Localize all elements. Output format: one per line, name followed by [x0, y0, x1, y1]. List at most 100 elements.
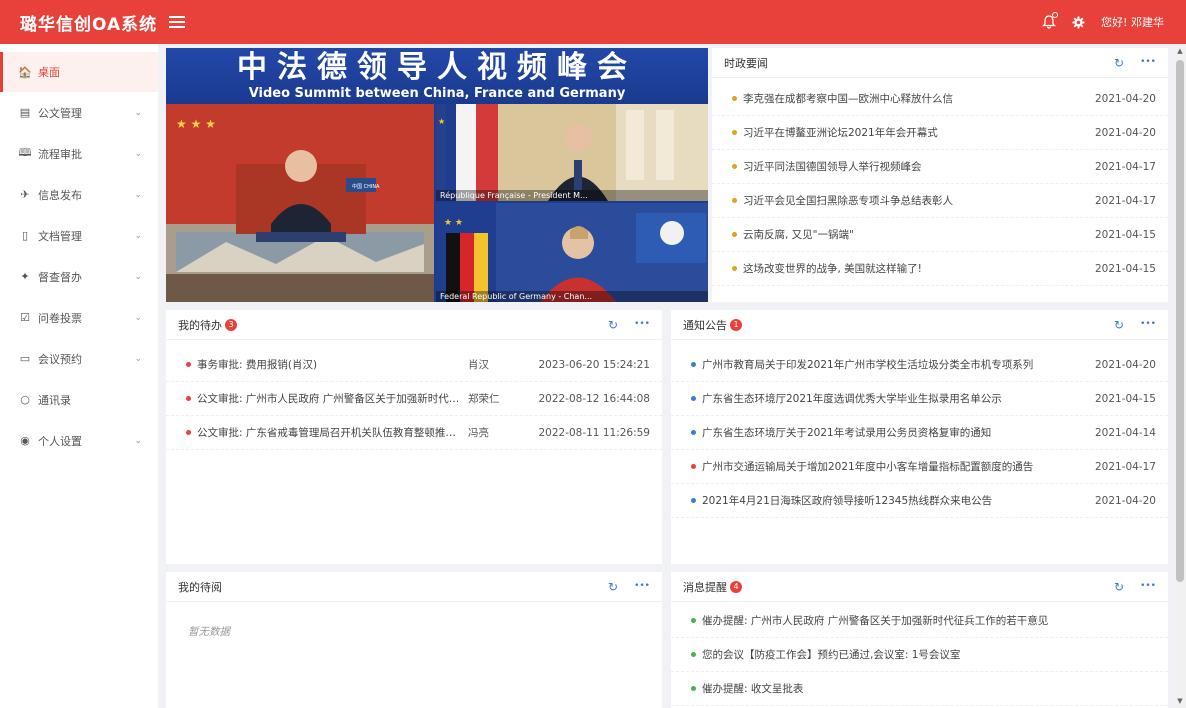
germany-caption: Federal Republic of Germany - Chan...: [436, 291, 708, 302]
list-item-date: 2021-04-14: [1094, 426, 1156, 439]
list-item[interactable]: 习近平同法国德国领导人举行视频峰会 2021-04-17: [712, 150, 1168, 184]
sidebar-item[interactable]: ✦ 督查督办 ⌄: [0, 256, 158, 297]
book-icon: 🕮: [18, 146, 32, 159]
bullet-dot: [691, 498, 696, 503]
news-banner[interactable]: 中法德领导人视频峰会 Video Summit between China, F…: [166, 48, 708, 302]
chevron-down-icon: ⌄: [134, 230, 142, 241]
china-scene-image: ★ ★ ★ 中国 CHINA: [166, 104, 434, 302]
refresh-icon[interactable]: ↻: [608, 581, 618, 593]
sidebar: 🏠 桌面 ▤ 公文管理 ⌄ 🕮 流程审批 ⌄ ✈ 信息发布 ⌄ ▯ 文档管理 ⌄ ✦ 督查督办 ⌄ ☑ 问卷投票 ⌄ ▭…: [0, 44, 158, 708]
more-icon[interactable]: •••: [1140, 582, 1156, 591]
refresh-icon[interactable]: ↻: [608, 319, 618, 331]
bullet-dot: [691, 464, 696, 469]
list-item[interactable]: 李克强在成都考察中国—欧洲中心释放什么信 2021-04-20: [712, 82, 1168, 116]
list-item-date: 2021-04-15: [1094, 392, 1156, 405]
more-icon[interactable]: •••: [1140, 320, 1156, 329]
list-item-title: 广东省生态环境厅关于2021年考试录用公务员资格复审的通知: [702, 427, 992, 439]
refresh-icon[interactable]: ↻: [1114, 57, 1124, 69]
list-item-title: 广东省生态环境厅2021年度选调优秀大学毕业生拟录用名单公示: [702, 393, 1002, 405]
sidebar-item-label: 通讯录: [38, 393, 71, 407]
list-item-title: 您的会议【防疫工作会】预约已通过,会议室: 1号会议室: [702, 649, 961, 661]
bullet-dot: [691, 686, 696, 691]
sidebar-item-label: 个人设置: [38, 434, 82, 448]
bullet-dot: [691, 652, 696, 657]
todo-sender: 肖汉: [468, 359, 489, 371]
svg-text:★ ★ ★: ★ ★ ★: [176, 117, 216, 131]
menu-toggle-icon[interactable]: [169, 16, 186, 28]
list-item[interactable]: 您的会议【防疫工作会】预约已通过,会议室: 1号会议室: [671, 638, 1168, 672]
list-item-date: 2021-04-17: [1094, 460, 1156, 473]
bullet-dot: [732, 96, 737, 101]
sidebar-item[interactable]: ○ 通讯录: [0, 379, 158, 420]
sidebar-item[interactable]: 🕮 流程审批 ⌄: [0, 133, 158, 174]
list-item-date: 2021-04-20: [1094, 126, 1156, 139]
gear-icon[interactable]: [1072, 15, 1085, 29]
bullet-dot: [691, 430, 696, 435]
sidebar-item[interactable]: ◉ 个人设置 ⌄: [0, 420, 158, 461]
page-scrollbar[interactable]: ▲ ▼: [1174, 44, 1186, 708]
list-item[interactable]: 2021年4月21日海珠区政府领导接听12345热线群众来电公告 2021-04-…: [671, 484, 1168, 518]
table-row[interactable]: 公文审批: 广州市人民政府 广州警备区关于加强新时代征... 郑荣仁 2022-08…: [166, 382, 662, 416]
more-icon[interactable]: •••: [634, 582, 650, 591]
list-item-date: 2021-04-20: [1094, 358, 1156, 371]
banner-tile-china: ★ ★ ★ 中国 CHINA: [166, 104, 434, 302]
list-item[interactable]: 习近平在博鳌亚洲论坛2021年年会开幕式 2021-04-20: [712, 116, 1168, 150]
banner-title-cn: 中法德领导人视频峰会: [237, 50, 637, 85]
chevron-down-icon: ⌄: [134, 148, 142, 159]
list-item[interactable]: 广东省生态环境厅2021年度选调优秀大学毕业生拟录用名单公示 2021-04-15: [671, 382, 1168, 416]
send-icon: ✈: [20, 188, 30, 201]
chevron-down-icon: ⌄: [134, 353, 142, 364]
more-icon[interactable]: •••: [1140, 58, 1156, 67]
more-icon[interactable]: •••: [634, 320, 650, 329]
bullet-dot: [186, 396, 191, 401]
list-item-date: 2021-04-20: [1094, 92, 1156, 105]
bullet-dot: [732, 198, 737, 203]
germany-scene-image: ★ ★: [436, 203, 708, 302]
list-item[interactable]: 云南反腐, 又见"一锅端" 2021-04-15: [712, 218, 1168, 252]
scroll-up-arrow[interactable]: ▲: [1176, 47, 1184, 55]
refresh-icon[interactable]: ↻: [1114, 319, 1124, 331]
app-title: 璐华信创OA系统: [20, 14, 158, 35]
sidebar-item[interactable]: 🏠 桌面: [0, 52, 158, 92]
refresh-icon[interactable]: ↻: [1114, 581, 1124, 593]
todo-time: 2023-06-20 15:24:21: [538, 358, 650, 371]
list-item[interactable]: 广州市交通运输局关于增加2021年度中小客车增量指标配置额度的通告 2021-04…: [671, 450, 1168, 484]
list-item-title: 李克强在成都考察中国—欧洲中心释放什么信: [743, 93, 953, 105]
sidebar-item[interactable]: ☑ 问卷投票 ⌄: [0, 297, 158, 338]
todo-sender: 郑荣仁: [468, 393, 500, 405]
list-item[interactable]: 这场改变世界的战争, 美国就这样输了! 2021-04-15: [712, 252, 1168, 286]
sidebar-item[interactable]: ▭ 会议预约 ⌄: [0, 338, 158, 379]
list-item-title: 广州市交通运输局关于增加2021年度中小客车增量指标配置额度的通告: [702, 461, 1034, 473]
panel-todo: 我的待办 3 ↻ ••• 事务审批: 费用报销(肖汉) 肖汉 2023-06-20 …: [166, 310, 662, 564]
table-row[interactable]: 事务审批: 费用报销(肖汉) 肖汉 2023-06-20 15:24:21: [166, 348, 662, 382]
svg-text:★ ★: ★ ★: [444, 218, 463, 228]
file-icon: ▯: [21, 229, 29, 242]
list-item[interactable]: 催办提醒: 收文呈批表: [671, 672, 1168, 706]
sidebar-item[interactable]: ▯ 文档管理 ⌄: [0, 215, 158, 256]
chevron-down-icon: ⌄: [134, 312, 142, 323]
banner-tile-germany: ★ ★ Federal Republic of Germany - Chan..…: [436, 203, 708, 302]
bell-icon[interactable]: [1042, 12, 1059, 29]
bullet-dot: [691, 618, 696, 623]
list-item-title: 这场改变世界的战争, 美国就这样输了!: [743, 263, 922, 275]
folder-icon: ▭: [19, 352, 31, 365]
bullet-dot: [186, 430, 191, 435]
list-item[interactable]: 广州市教育局关于印发2021年广州市学校生活垃圾分类全市机专项系列 2021-04…: [671, 348, 1168, 382]
table-row[interactable]: 公文审批: 广东省戒毒管理局召开机关队伍教育整顿推进会 冯亮 2022-08-11 …: [166, 416, 662, 450]
todo-time: 2022-08-11 11:26:59: [538, 426, 650, 439]
scroll-thumb[interactable]: [1176, 60, 1184, 582]
todo-count-badge: 3: [225, 318, 237, 331]
sidebar-item-label: 公文管理: [38, 106, 82, 120]
notice-count-badge: 1: [730, 318, 742, 331]
sidebar-item[interactable]: ▤ 公文管理 ⌄: [0, 92, 158, 133]
sidebar-item[interactable]: ✈ 信息发布 ⌄: [0, 174, 158, 215]
list-item[interactable]: 广东省生态环境厅关于2021年考试录用公务员资格复审的通知 2021-04-14: [671, 416, 1168, 450]
bullet-dot: [732, 164, 737, 169]
list-item[interactable]: 催办提醒: 广州市人民政府 广州警备区关于加强新时代征兵工作的若干意见: [671, 604, 1168, 638]
list-item[interactable]: 习近平会见全国扫黑除恶专项斗争总结表彰人 2021-04-17: [712, 184, 1168, 218]
list-item-date: 2021-04-17: [1094, 194, 1156, 207]
user-greeting[interactable]: 您好! 邓建华: [1101, 14, 1164, 30]
scroll-down-arrow[interactable]: ▼: [1176, 697, 1184, 705]
bullet-dot: [732, 266, 737, 271]
list-item-date: 2021-04-17: [1094, 160, 1156, 173]
